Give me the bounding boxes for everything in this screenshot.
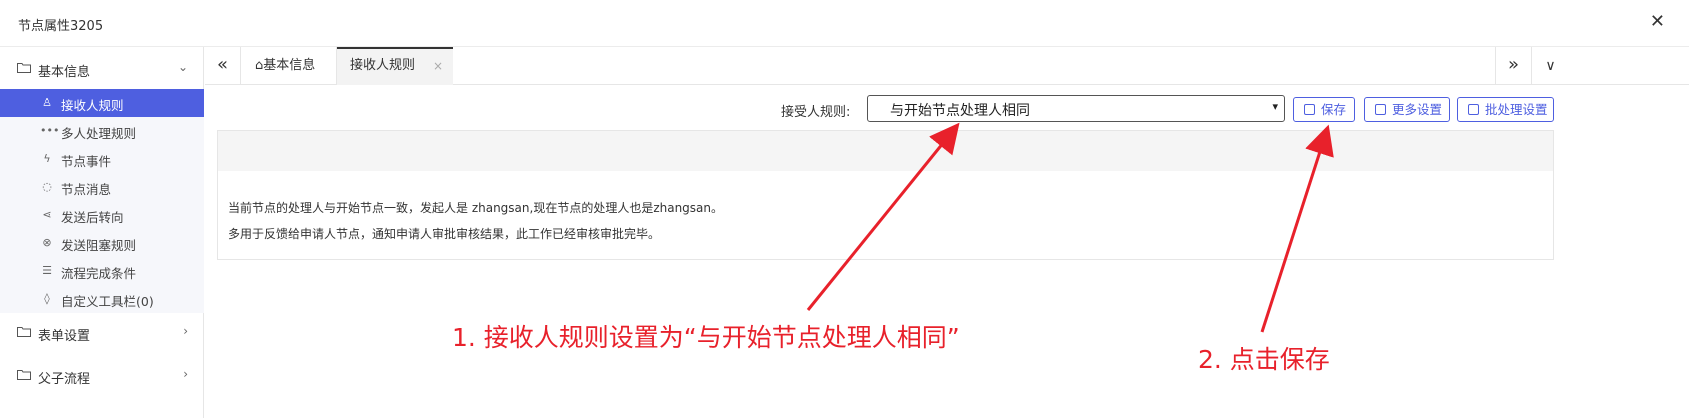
sidebar-item-label: 发送后转向 bbox=[61, 210, 124, 225]
layers-icon bbox=[1468, 104, 1479, 115]
close-circle-icon: ⊗ bbox=[42, 236, 52, 249]
tab-close-icon[interactable]: × bbox=[433, 49, 443, 83]
description-line-2: 多用于反馈给申请人节点，通知申请人审批审核结果，此工作已经审核审批完毕。 bbox=[228, 227, 661, 241]
tabs-scroll-left-icon[interactable]: « bbox=[205, 47, 241, 85]
drop-icon: ◊ bbox=[44, 292, 50, 305]
list-icon: ☰ bbox=[42, 264, 52, 277]
lightning-icon: ϟ bbox=[43, 152, 51, 165]
sidebar-group-parent-child-flow[interactable]: 父子流程 › bbox=[0, 356, 204, 396]
sidebar-item-node-message[interactable]: ◌ 节点消息 bbox=[0, 173, 204, 201]
image-icon bbox=[1375, 104, 1386, 115]
chevron-right-icon: › bbox=[183, 324, 188, 338]
sidebar-item-label: 流程完成条件 bbox=[61, 266, 137, 281]
tab-label: 接收人规则 bbox=[350, 58, 416, 73]
save-button[interactable]: 保存 bbox=[1293, 97, 1355, 122]
sidebar-item-multi-handle-rule[interactable]: ••• 多人处理规则 bbox=[0, 117, 204, 145]
sidebar-group-label: 基本信息 bbox=[38, 65, 91, 80]
chevron-right-icon: › bbox=[183, 367, 188, 381]
tabs-menu-chevron-down-icon[interactable]: ∨ bbox=[1531, 47, 1569, 85]
sidebar-item-node-event[interactable]: ϟ 节点事件 bbox=[0, 145, 204, 173]
sidebar-item-after-send-turn[interactable]: ⋖ 发送后转向 bbox=[0, 201, 204, 229]
receiver-rule-select[interactable]: 与开始节点处理人相同 ▾ bbox=[867, 95, 1285, 122]
save-icon bbox=[1304, 104, 1315, 115]
rule-description-panel: 当前节点的处理人与开始节点一致，发起人是 zhangsan,现在节点的处理人也是… bbox=[217, 130, 1554, 260]
window-title: 节点属性3205 bbox=[18, 19, 104, 34]
sidebar-item-flow-complete-condition[interactable]: ☰ 流程完成条件 bbox=[0, 257, 204, 285]
chevron-down-icon: ⌄ bbox=[177, 60, 188, 74]
batch-settings-button[interactable]: 批处理设置 bbox=[1457, 97, 1554, 122]
tab-receiver-rule[interactable]: 接收人规则 × bbox=[337, 47, 453, 85]
title-bar: 节点属性3205 ✕ bbox=[0, 0, 1689, 47]
sidebar-item-custom-toolbar[interactable]: ◊ 自定义工具栏(0) bbox=[0, 285, 204, 313]
receiver-rule-label: 接受人规则: bbox=[781, 105, 851, 120]
batch-settings-label: 批处理设置 bbox=[1485, 102, 1548, 117]
annotation-step-1: 1. 接收人规则设置为“与开始节点处理人相同” bbox=[452, 323, 960, 352]
tab-basic-info[interactable]: ⌂基本信息 bbox=[243, 47, 337, 85]
sidebar-group-basic-info[interactable]: 基本信息 ⌄ bbox=[0, 49, 204, 89]
tab-label: 基本信息 bbox=[263, 58, 316, 73]
folder-icon bbox=[17, 370, 31, 380]
save-button-label: 保存 bbox=[1321, 102, 1347, 117]
sidebar-item-send-block-rule[interactable]: ⊗ 发送阻塞规则 bbox=[0, 229, 204, 257]
receiver-rule-selected-value: 与开始节点处理人相同 bbox=[890, 103, 1030, 119]
panel-header bbox=[218, 131, 1553, 171]
sidebar-group-label: 表单设置 bbox=[38, 329, 91, 344]
sidebar-item-label: 自定义工具栏(0) bbox=[61, 294, 154, 309]
sidebar-item-receiver-rule[interactable]: ♙ 接收人规则 bbox=[0, 89, 204, 117]
share-icon: ⋖ bbox=[42, 208, 52, 221]
sidebar-item-label: 接收人规则 bbox=[61, 98, 124, 113]
more-settings-button[interactable]: 更多设置 bbox=[1364, 97, 1450, 122]
chat-icon: ◌ bbox=[42, 180, 52, 193]
sidebar: 基本信息 ⌄ ♙ 接收人规则 ••• 多人处理规则 ϟ 节点事件 ◌ 节点消息 … bbox=[0, 47, 204, 418]
close-icon[interactable]: ✕ bbox=[1650, 12, 1665, 32]
description-line-1: 当前节点的处理人与开始节点一致，发起人是 zhangsan,现在节点的处理人也是… bbox=[228, 201, 724, 215]
tabs-scroll-right-icon[interactable]: » bbox=[1495, 47, 1531, 85]
user-rule-icon: ♙ bbox=[42, 96, 52, 109]
sidebar-group-form-settings[interactable]: 表单设置 › bbox=[0, 313, 204, 353]
sidebar-item-label: 节点消息 bbox=[61, 182, 112, 197]
sidebar-item-label: 发送阻塞规则 bbox=[61, 238, 137, 253]
sidebar-item-label: 节点事件 bbox=[61, 154, 112, 169]
folder-icon bbox=[17, 63, 31, 73]
sidebar-submenu: ♙ 接收人规则 ••• 多人处理规则 ϟ 节点事件 ◌ 节点消息 ⋖ 发送后转向… bbox=[0, 89, 204, 313]
chevron-down-icon: ▾ bbox=[1272, 100, 1278, 113]
sidebar-group-label: 父子流程 bbox=[38, 372, 91, 387]
more-dots-icon: ••• bbox=[40, 124, 60, 137]
more-settings-label: 更多设置 bbox=[1392, 102, 1443, 117]
annotation-step-2: 2. 点击保存 bbox=[1198, 345, 1330, 374]
folder-icon bbox=[17, 327, 31, 337]
tab-bar: « ⌂基本信息 接收人规则 × » ∨ bbox=[205, 47, 1689, 85]
sidebar-item-label: 多人处理规则 bbox=[61, 126, 137, 141]
